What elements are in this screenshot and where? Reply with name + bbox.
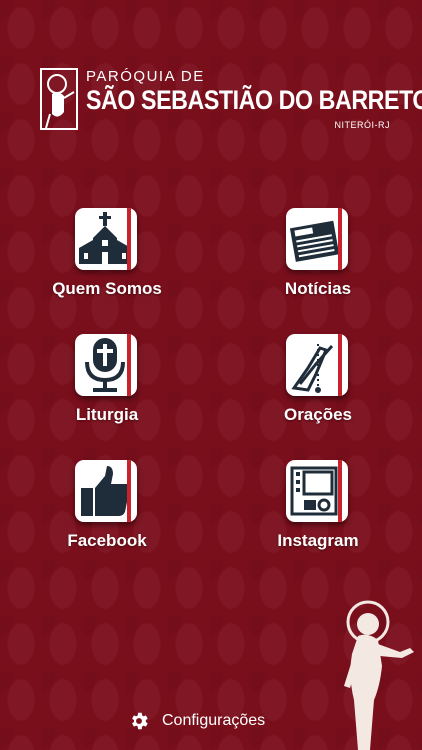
logo-parish-label: PARÓQUIA DE — [86, 68, 205, 85]
film-photo-icon — [286, 460, 348, 522]
menu-item-label: Liturgia — [75, 405, 139, 424]
ribbon-accent — [127, 460, 131, 522]
settings-button[interactable]: Configurações — [128, 708, 265, 734]
menu-item-label: Quem Somos — [52, 279, 162, 298]
menu-item-label: Notícias — [284, 279, 352, 298]
microphone-cross-icon — [75, 334, 137, 396]
newspaper-icon — [286, 208, 348, 270]
saint-illustration — [344, 600, 414, 750]
app-logo: PARÓQUIA DE SÃO SEBASTIÃO DO BARRETO NIT… — [40, 68, 422, 134]
settings-label: Configurações — [162, 712, 266, 729]
saint-logo-icon — [40, 68, 78, 130]
menu-item-noticias[interactable]: Notícias — [238, 208, 398, 318]
ribbon-accent — [338, 334, 342, 396]
ribbon-accent — [127, 208, 131, 270]
ribbon-accent — [338, 460, 342, 522]
thumbs-up-icon — [75, 460, 137, 522]
ribbon-accent — [127, 334, 131, 396]
menu-item-label: Instagram — [277, 531, 359, 550]
logo-city: NITERÓI-RJ — [334, 120, 390, 130]
menu-item-label: Facebook — [67, 531, 147, 550]
logo-parish-name: SÃO SEBASTIÃO DO BARRETO — [86, 85, 422, 115]
menu-item-quem-somos[interactable]: Quem Somos — [27, 208, 187, 318]
praying-hands-icon — [286, 334, 348, 396]
menu-item-facebook[interactable]: Facebook — [27, 460, 187, 570]
church-icon — [75, 208, 137, 270]
ribbon-accent — [338, 208, 342, 270]
gear-icon — [132, 712, 148, 730]
menu-item-liturgia[interactable]: Liturgia — [27, 334, 187, 444]
menu-item-instagram[interactable]: Instagram — [238, 460, 398, 570]
menu-item-oracoes[interactable]: Orações — [238, 334, 398, 444]
menu-item-label: Orações — [283, 405, 353, 424]
